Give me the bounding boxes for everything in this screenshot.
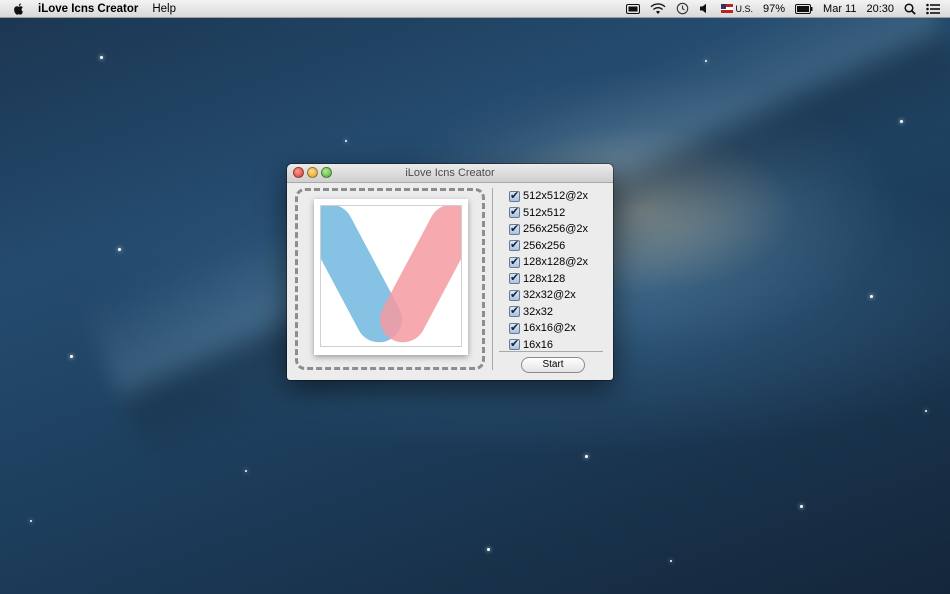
window-title: iLove Icns Creator bbox=[405, 167, 495, 179]
size-checkbox[interactable] bbox=[509, 189, 520, 202]
time-machine-icon[interactable] bbox=[676, 2, 689, 15]
size-option-row[interactable]: 256x256 bbox=[509, 238, 588, 255]
help-menu[interactable]: Help bbox=[152, 3, 176, 15]
size-checkbox[interactable] bbox=[509, 321, 520, 334]
size-checkbox[interactable] bbox=[509, 337, 520, 351]
v-logo-icon bbox=[307, 204, 475, 343]
app-window: iLove Icns Creator 512x512@2x 512x512 256x… bbox=[287, 164, 613, 380]
volume-icon[interactable] bbox=[699, 3, 711, 14]
size-label: 256x256 bbox=[523, 239, 566, 252]
size-checkbox[interactable] bbox=[509, 222, 520, 235]
size-label: 128x128@2x bbox=[523, 256, 588, 269]
size-label: 32x32@2x bbox=[523, 289, 576, 302]
size-checkbox[interactable] bbox=[509, 238, 520, 252]
window-titlebar[interactable]: iLove Icns Creator bbox=[287, 164, 613, 183]
size-checkbox[interactable] bbox=[509, 288, 520, 301]
close-button[interactable] bbox=[293, 167, 304, 178]
size-label: 512x512@2x bbox=[523, 190, 588, 203]
app-menu[interactable]: iLove Icns Creator bbox=[38, 3, 138, 15]
image-drop-zone[interactable] bbox=[295, 188, 485, 370]
icon-preview bbox=[307, 199, 475, 355]
battery-percent[interactable]: 97% bbox=[763, 3, 785, 15]
start-button[interactable]: Start bbox=[521, 357, 585, 373]
minimize-button[interactable] bbox=[307, 167, 318, 178]
apple-menu-icon[interactable] bbox=[12, 2, 26, 16]
size-option-row[interactable]: 512x512 bbox=[509, 205, 588, 222]
size-option-row[interactable]: 128x128 bbox=[509, 271, 588, 288]
display-icon[interactable] bbox=[625, 3, 640, 14]
size-option-row[interactable]: 512x512@2x bbox=[509, 188, 588, 205]
input-source-menu[interactable]: U.S. bbox=[720, 3, 754, 14]
vertical-divider bbox=[492, 188, 493, 370]
zoom-button[interactable] bbox=[321, 167, 332, 178]
status-area: U.S. 97% Mar 11 20:30 bbox=[625, 0, 940, 17]
horizontal-divider bbox=[499, 351, 603, 352]
size-option-row[interactable]: 128x128@2x bbox=[509, 254, 588, 271]
spotlight-search-icon[interactable] bbox=[904, 2, 916, 15]
size-label: 256x256@2x bbox=[523, 223, 588, 236]
input-source-label: U.S. bbox=[735, 3, 754, 14]
size-option-row[interactable]: 32x32 bbox=[509, 304, 588, 321]
size-label: 32x32 bbox=[523, 305, 553, 318]
wifi-icon[interactable] bbox=[650, 2, 666, 15]
size-label: 128x128 bbox=[523, 272, 566, 285]
size-checkbox[interactable] bbox=[509, 255, 520, 268]
battery-icon[interactable] bbox=[795, 3, 813, 14]
size-checkbox[interactable] bbox=[509, 271, 520, 285]
size-checkbox[interactable] bbox=[509, 205, 520, 219]
size-checkbox[interactable] bbox=[509, 304, 520, 318]
size-option-row[interactable]: 32x32@2x bbox=[509, 287, 588, 304]
size-option-row[interactable]: 16x16@2x bbox=[509, 320, 588, 337]
clock-date[interactable]: Mar 11 bbox=[823, 3, 856, 15]
size-option-row[interactable]: 256x256@2x bbox=[509, 221, 588, 238]
menu-bar: iLove Icns Creator Help U.S. 97% Mar 11 … bbox=[0, 0, 950, 18]
size-options-list: 512x512@2x 512x512 256x256@2x 256x256 128x12… bbox=[509, 188, 588, 353]
size-label: 16x16 bbox=[523, 338, 553, 351]
size-label: 512x512 bbox=[523, 206, 566, 219]
size-label: 16x16@2x bbox=[523, 322, 576, 335]
notification-center-icon[interactable] bbox=[926, 3, 940, 15]
us-flag-icon bbox=[720, 4, 733, 13]
clock-time[interactable]: 20:30 bbox=[866, 3, 894, 15]
